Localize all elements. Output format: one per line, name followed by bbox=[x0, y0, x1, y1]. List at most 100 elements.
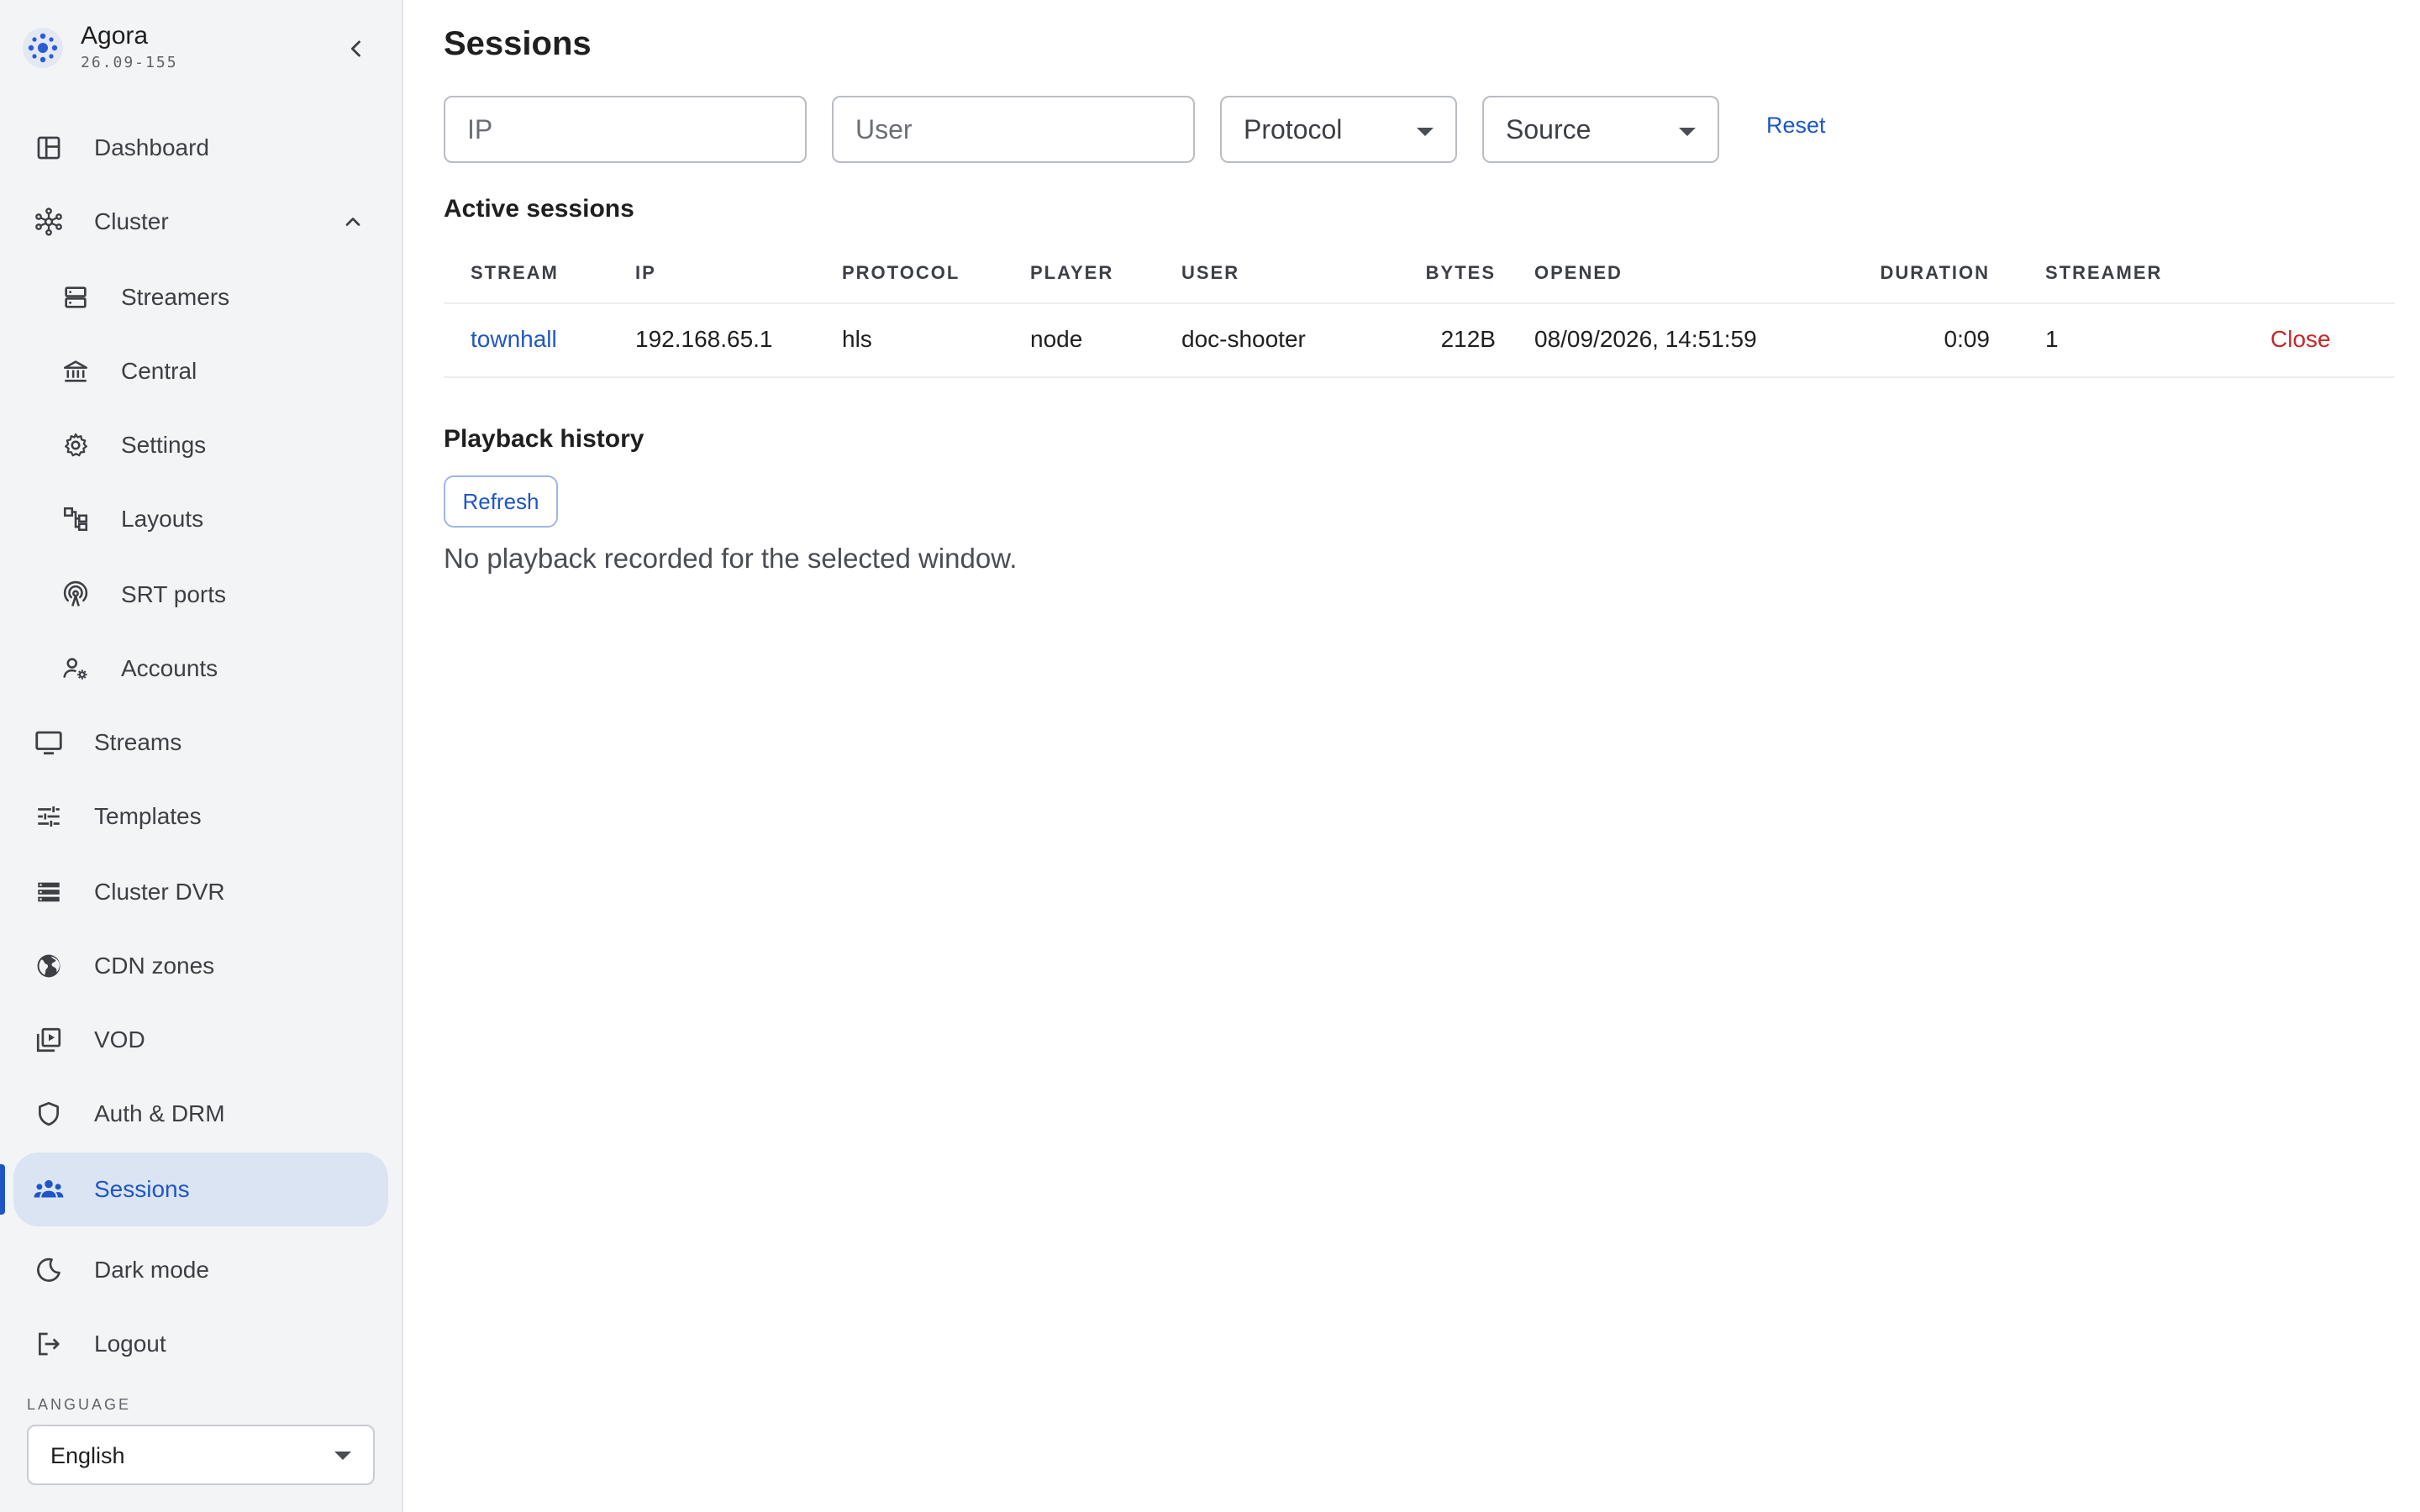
agora-logo-icon bbox=[23, 28, 63, 68]
session-bytes: 212B bbox=[1440, 326, 1496, 352]
session-duration: 0:09 bbox=[1944, 326, 1991, 352]
session-protocol: hls bbox=[842, 326, 872, 352]
column-header-opened: OPENED bbox=[1534, 262, 1623, 283]
gear-icon bbox=[59, 428, 92, 462]
sidebar-item-layouts[interactable]: Layouts bbox=[0, 482, 403, 556]
language-label: LANGUAGE bbox=[27, 1396, 132, 1413]
session-ip: 192.168.65.1 bbox=[635, 326, 773, 352]
column-header-user: USER bbox=[1181, 262, 1240, 283]
sidebar-item-streamers[interactable]: Streamers bbox=[0, 260, 403, 334]
sidebar-item-accounts[interactable]: Accounts bbox=[0, 632, 403, 706]
protocol-select[interactable]: Protocol bbox=[1220, 96, 1457, 163]
sidebar-item-dashboard[interactable]: Dashboard bbox=[0, 111, 403, 185]
sidebar-item-label: Dashboard bbox=[94, 134, 209, 160]
app: Agora 26.09-155 Dashboard Cluster Stream… bbox=[0, 0, 2420, 1512]
sidebar-item-label: Accounts bbox=[121, 655, 218, 681]
sidebar-item-cluster[interactable]: Cluster bbox=[0, 185, 403, 259]
session-stream-link[interactable]: townhall bbox=[471, 326, 557, 353]
sidebar-item-cluster-dvr[interactable]: Cluster DVR bbox=[0, 855, 403, 929]
brand-name: Agora bbox=[81, 22, 149, 50]
sliders-icon bbox=[32, 800, 66, 833]
session-opened: 08/09/2026, 14:51:59 bbox=[1534, 326, 1757, 352]
shield-icon bbox=[32, 1097, 66, 1131]
sidebar-item-label: Templates bbox=[94, 803, 202, 829]
column-header-duration: DURATION bbox=[1880, 262, 1990, 283]
dashboard-icon bbox=[32, 131, 66, 165]
central-icon bbox=[59, 354, 92, 388]
monitor-icon bbox=[32, 726, 66, 759]
sidebar-item-label: Settings bbox=[121, 432, 207, 458]
language-value: English bbox=[50, 1443, 125, 1468]
sidebar-item-auth-drm[interactable]: Auth & DRM bbox=[0, 1077, 403, 1151]
sidebar-item-streams[interactable]: Streams bbox=[0, 706, 403, 780]
sidebar-item-label: Streamers bbox=[121, 284, 230, 310]
sidebar-item-label: Cluster DVR bbox=[94, 879, 225, 905]
session-streamer: 1 bbox=[2045, 326, 2059, 352]
active-indicator bbox=[0, 1164, 5, 1215]
collapse-sidebar-button[interactable] bbox=[338, 30, 375, 67]
sidebar: Agora 26.09-155 Dashboard Cluster Stream… bbox=[0, 0, 403, 1512]
main-content: Sessions Protocol Source Reset Active se… bbox=[405, 0, 2420, 1512]
chevron-up-icon[interactable] bbox=[336, 205, 370, 239]
cluster-icon bbox=[32, 205, 66, 239]
sidebar-item-central[interactable]: Central bbox=[0, 334, 403, 408]
source-select[interactable]: Source bbox=[1482, 96, 1719, 163]
caret-down-icon bbox=[334, 1452, 351, 1460]
moon-icon bbox=[32, 1253, 66, 1287]
sidebar-item-label: Cluster bbox=[94, 208, 169, 234]
refresh-button[interactable]: Refresh bbox=[444, 475, 558, 528]
sidebar-item-label: Auth & DRM bbox=[94, 1100, 225, 1126]
ip-filter-field[interactable] bbox=[444, 96, 807, 163]
caret-down-icon bbox=[1679, 128, 1696, 136]
sidebar-item-label: Sessions bbox=[94, 1176, 190, 1202]
page-title: Sessions bbox=[444, 25, 592, 62]
group-icon bbox=[32, 1173, 66, 1206]
brand-version: 26.09-155 bbox=[81, 54, 178, 71]
layouts-icon bbox=[59, 502, 92, 536]
reset-filters-button[interactable]: Reset bbox=[1766, 113, 1826, 139]
sidebar-item-sessions[interactable]: Sessions bbox=[13, 1152, 388, 1226]
column-header-protocol: PROTOCOL bbox=[842, 262, 960, 283]
user-filter-field[interactable] bbox=[832, 96, 1195, 163]
caret-down-icon bbox=[1417, 128, 1434, 136]
source-select-value: Source bbox=[1506, 114, 1591, 144]
dark-mode-toggle[interactable]: Dark mode bbox=[0, 1233, 403, 1307]
column-header-player: PLAYER bbox=[1030, 262, 1114, 283]
sidebar-item-label: CDN zones bbox=[94, 953, 215, 979]
sidebar-item-vod[interactable]: VOD bbox=[0, 1003, 403, 1077]
sidebar-item-label: Streams bbox=[94, 729, 182, 755]
sidebar-item-label: Central bbox=[121, 358, 197, 384]
session-player: node bbox=[1030, 326, 1083, 352]
column-header-ip: IP bbox=[635, 262, 656, 283]
close-session-button[interactable]: Close bbox=[2270, 326, 2331, 353]
logout-icon bbox=[32, 1327, 66, 1361]
sidebar-item-label: Logout bbox=[94, 1331, 166, 1357]
sidebar-item-cdn-zones[interactable]: CDN zones bbox=[0, 929, 403, 1003]
chevron-left-icon bbox=[350, 40, 360, 57]
protocol-select-value: Protocol bbox=[1244, 114, 1343, 144]
logout-button[interactable]: Logout bbox=[0, 1307, 403, 1381]
sidebar-item-label: Layouts bbox=[121, 506, 204, 532]
sidebar-item-label: Dark mode bbox=[94, 1257, 209, 1283]
sidebar-item-label: SRT ports bbox=[121, 581, 227, 607]
column-header-streamer: STREAMER bbox=[2045, 262, 2163, 283]
sidebar-item-templates[interactable]: Templates bbox=[0, 780, 403, 853]
empty-state-message: No playback recorded for the selected wi… bbox=[444, 543, 1018, 574]
sidebar-item-srt-ports[interactable]: SRT ports bbox=[0, 558, 403, 632]
streamers-icon bbox=[59, 281, 92, 314]
session-user: doc-shooter bbox=[1181, 326, 1306, 352]
user-gear-icon bbox=[59, 652, 92, 685]
sidebar-item-settings[interactable]: Settings bbox=[0, 408, 403, 482]
storage-icon bbox=[32, 875, 66, 909]
user-filter-input[interactable] bbox=[834, 97, 1193, 161]
table-header: STREAM IP PROTOCOL PLAYER USER BYTES OPE… bbox=[444, 249, 2395, 304]
column-header-bytes: BYTES bbox=[1425, 262, 1496, 283]
sidebar-item-label: VOD bbox=[94, 1026, 145, 1053]
video-library-icon bbox=[32, 1023, 66, 1057]
antenna-icon bbox=[59, 578, 92, 612]
brand: Agora 26.09-155 bbox=[18, 18, 380, 77]
active-sessions-title: Active sessions bbox=[444, 195, 634, 223]
language-select[interactable]: English bbox=[27, 1425, 375, 1485]
playback-history-title: Playback history bbox=[444, 425, 644, 453]
ip-filter-input[interactable] bbox=[445, 97, 805, 161]
